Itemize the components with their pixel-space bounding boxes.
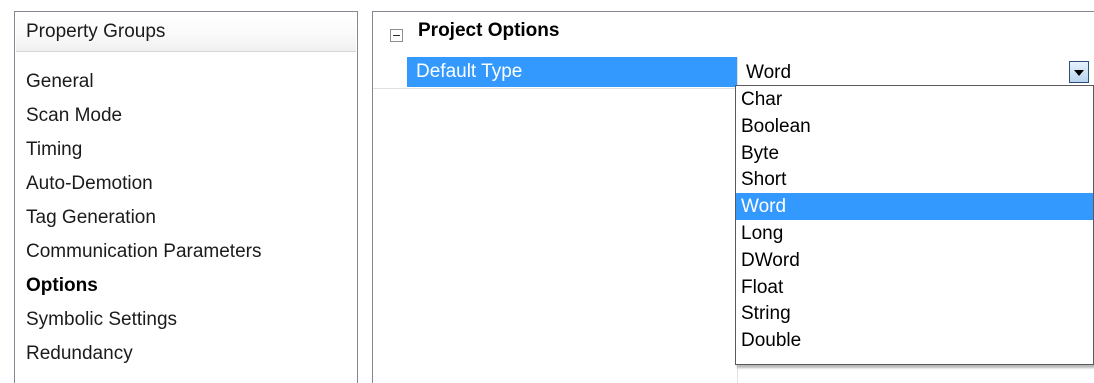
property-editor-window: Property Groups General Scan Mode Timing Au… xyxy=(0,0,1094,383)
property-group-scan-mode[interactable]: Scan Mode xyxy=(15,99,355,133)
property-groups-panel: Property Groups General Scan Mode Timing Au… xyxy=(14,11,358,383)
property-group-options[interactable]: Options xyxy=(15,269,355,303)
property-group-communication-parameters[interactable]: Communication Parameters xyxy=(15,235,355,269)
property-group-general[interactable]: General xyxy=(15,65,355,99)
property-group-auto-demotion[interactable]: Auto-Demotion xyxy=(15,167,355,201)
property-groups-header: Property Groups xyxy=(16,13,356,52)
grid-left-margin xyxy=(373,57,407,383)
property-group-tag-generation[interactable]: Tag Generation xyxy=(15,201,355,235)
dropdown-option-boolean[interactable]: Boolean xyxy=(736,113,1093,140)
dropdown-option-byte[interactable]: Byte xyxy=(736,140,1093,167)
dropdown-option-short[interactable]: Short xyxy=(736,166,1093,193)
property-groups-list: General Scan Mode Timing Auto-Demotion Tag G… xyxy=(15,65,355,371)
dropdown-option-string[interactable]: String xyxy=(736,300,1093,327)
dropdown-option-word[interactable]: Word xyxy=(736,193,1093,220)
dropdown-option-dword[interactable]: DWord xyxy=(736,247,1093,274)
dropdown-button[interactable] xyxy=(1069,61,1089,83)
default-type-dropdown-list: Char Boolean Byte Short Word Long DWord Float St… xyxy=(735,85,1094,365)
property-name-default-type[interactable]: Default Type xyxy=(407,57,737,87)
category-row-project-options[interactable]: Project Options xyxy=(373,12,1094,57)
dropdown-option-double[interactable]: Double xyxy=(736,327,1093,354)
dropdown-option-char[interactable]: Char xyxy=(736,86,1093,113)
dropdown-arrow-icon xyxy=(1074,70,1084,76)
dropdown-option-float[interactable]: Float xyxy=(736,274,1093,301)
property-group-timing[interactable]: Timing xyxy=(15,133,355,167)
category-title: Project Options xyxy=(418,20,560,41)
default-type-combobox[interactable]: Word xyxy=(738,57,1094,87)
property-group-redundancy[interactable]: Redundancy xyxy=(15,337,355,371)
collapse-minus-icon[interactable] xyxy=(390,29,403,42)
dropdown-option-long[interactable]: Long xyxy=(736,220,1093,247)
property-group-symbolic-settings[interactable]: Symbolic Settings xyxy=(15,303,355,337)
